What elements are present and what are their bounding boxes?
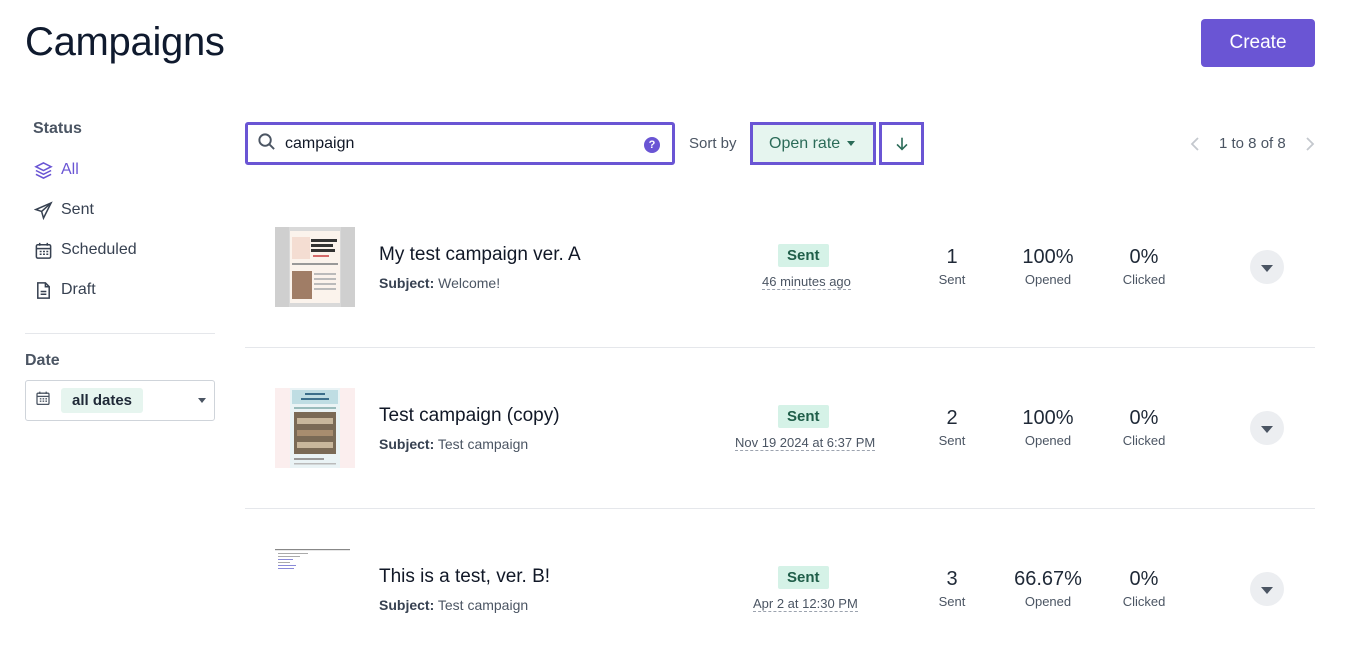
sent-count: 1 xyxy=(946,246,958,268)
status-badge: Sent xyxy=(778,566,829,589)
chevron-right-icon xyxy=(1306,137,1315,151)
clicked-label: Clicked xyxy=(1122,272,1166,287)
campaign-name[interactable]: This is a test, ver. B! xyxy=(379,566,550,588)
opened-label: Opened xyxy=(1024,594,1072,609)
clicked-rate: 0% xyxy=(1129,246,1159,268)
campaign-subject: Subject: Test campaign xyxy=(379,436,528,452)
opened-stat: 66.67% Opened xyxy=(998,568,1098,609)
status-item-draft[interactable]: Draft xyxy=(25,270,215,310)
status-item-label: Draft xyxy=(61,281,96,298)
sent-date: 46 minutes ago xyxy=(762,274,851,290)
status-item-label: All xyxy=(61,161,79,178)
subject-label: Subject: xyxy=(379,436,435,452)
campaign-name[interactable]: My test campaign ver. A xyxy=(379,244,581,266)
status-item-label: Sent xyxy=(61,201,94,218)
sent-count: 3 xyxy=(946,568,958,590)
calendar-icon xyxy=(35,390,51,411)
sent-date: Apr 2 at 12:30 PM xyxy=(753,596,858,612)
date-filter-select[interactable]: all dates xyxy=(25,380,215,421)
status-item-all[interactable]: All xyxy=(25,150,215,190)
subject-value: Test campaign xyxy=(437,436,529,452)
row-actions-button[interactable] xyxy=(1250,572,1284,606)
campaign-subject: Subject: Test campaign xyxy=(379,597,528,613)
sent-stat: 2 Sent xyxy=(902,407,1002,448)
chevron-down-icon xyxy=(198,398,206,403)
opened-rate: 100% xyxy=(1022,407,1074,429)
clicked-stat: 0% Clicked xyxy=(1094,568,1194,609)
row-actions-button[interactable] xyxy=(1250,411,1284,445)
sort-select[interactable]: Open rate xyxy=(750,122,876,165)
subject-value: Test campaign xyxy=(437,597,529,613)
opened-rate: 66.67% xyxy=(1014,568,1082,590)
chevron-down-icon xyxy=(1261,425,1273,433)
opened-rate: 100% xyxy=(1022,246,1074,268)
clicked-label: Clicked xyxy=(1122,594,1166,609)
chevron-down-icon xyxy=(847,141,856,146)
arrow-down-icon xyxy=(895,137,908,151)
chevron-down-icon xyxy=(1261,586,1273,594)
opened-stat: 100% Opened xyxy=(998,407,1098,448)
sent-label: Sent xyxy=(938,433,966,448)
date-heading: Date xyxy=(25,352,60,369)
sent-label: Sent xyxy=(938,594,966,609)
campaign-name[interactable]: Test campaign (copy) xyxy=(379,405,560,427)
calendar-icon xyxy=(33,240,53,260)
clicked-stat: 0% Clicked xyxy=(1094,407,1194,448)
chevron-down-icon xyxy=(1261,264,1273,272)
status-badge: Sent xyxy=(778,405,829,428)
campaign-thumbnail xyxy=(275,549,355,629)
pagination-prev-button[interactable] xyxy=(1188,136,1202,152)
sent-stat: 1 Sent xyxy=(902,246,1002,287)
opened-label: Opened xyxy=(1024,433,1072,448)
page-title: Campaigns xyxy=(25,20,225,64)
sent-label: Sent xyxy=(938,272,966,287)
search-box[interactable]: ? xyxy=(245,122,675,165)
subject-value: Welcome! xyxy=(438,275,501,291)
status-heading: Status xyxy=(33,120,82,137)
status-item-sent[interactable]: Sent xyxy=(25,190,215,230)
status-item-scheduled[interactable]: Scheduled xyxy=(25,230,215,270)
clicked-label: Clicked xyxy=(1122,433,1166,448)
clicked-rate: 0% xyxy=(1129,407,1159,429)
opened-label: Opened xyxy=(1024,272,1072,287)
help-icon[interactable]: ? xyxy=(644,137,660,153)
pagination-next-button[interactable] xyxy=(1303,136,1317,152)
sent-count: 2 xyxy=(946,407,958,429)
document-icon xyxy=(33,280,53,300)
sidebar-divider xyxy=(25,333,215,334)
sort-direction-button[interactable] xyxy=(879,122,924,165)
campaign-thumbnail xyxy=(275,388,355,468)
search-icon xyxy=(257,132,276,156)
sort-label: Sort by xyxy=(689,135,737,152)
chevron-left-icon xyxy=(1190,137,1199,151)
row-actions-button[interactable] xyxy=(1250,250,1284,284)
campaign-subject: Subject: Welcome! xyxy=(379,275,500,291)
date-filter-value: all dates xyxy=(61,388,144,413)
subject-label: Subject: xyxy=(379,597,435,613)
status-badge: Sent xyxy=(778,244,829,267)
clicked-rate: 0% xyxy=(1129,568,1159,590)
layers-icon xyxy=(33,160,53,180)
clicked-stat: 0% Clicked xyxy=(1094,246,1194,287)
sort-select-value: Open rate xyxy=(769,134,841,152)
pagination-text: 1 to 8 of 8 xyxy=(1219,135,1286,152)
campaign-thumbnail xyxy=(275,227,355,307)
sent-date: Nov 19 2024 at 6:37 PM xyxy=(735,435,876,451)
subject-label: Subject: xyxy=(379,275,435,291)
status-filter-list: All Sent Scheduled Draft xyxy=(25,150,215,310)
opened-stat: 100% Opened xyxy=(998,246,1098,287)
campaign-row[interactable]: This is a test, ver. B! Subject: Test ca… xyxy=(245,509,1315,661)
campaign-row[interactable]: My test campaign ver. A Subject: Welcome… xyxy=(245,187,1315,348)
sent-stat: 3 Sent xyxy=(902,568,1002,609)
campaign-row[interactable]: Test campaign (copy) Subject: Test campa… xyxy=(245,348,1315,509)
search-input[interactable] xyxy=(285,134,625,153)
send-icon xyxy=(33,200,53,220)
create-button[interactable]: Create xyxy=(1201,19,1315,67)
status-item-label: Scheduled xyxy=(61,241,137,258)
sidebar: Status All Sent Scheduled Draft Date all… xyxy=(25,120,215,421)
